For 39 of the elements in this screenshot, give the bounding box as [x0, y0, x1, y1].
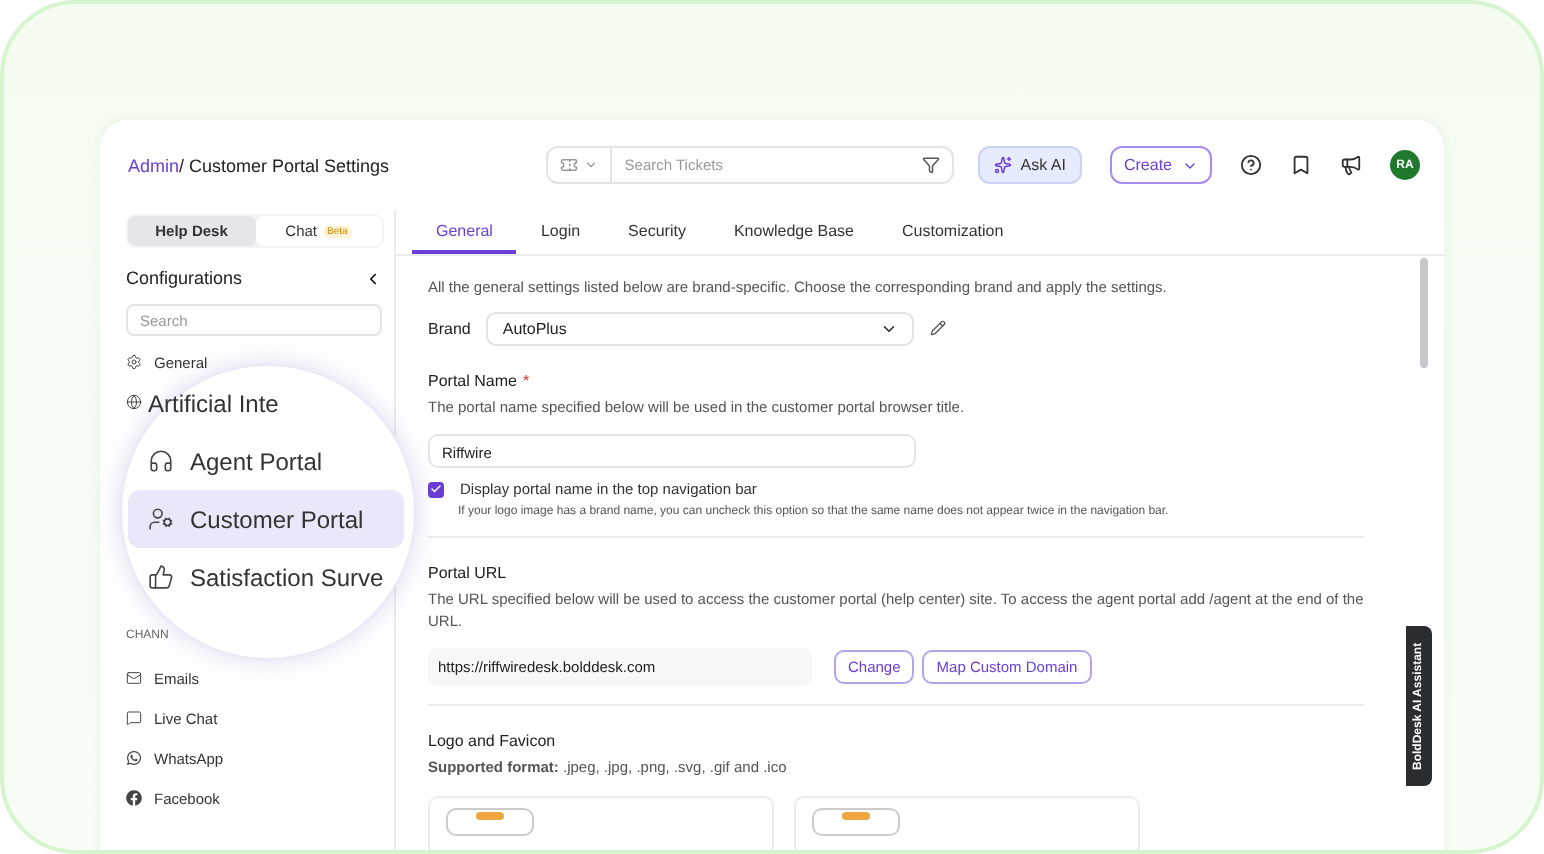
thumbs-up-icon — [148, 564, 174, 590]
sidebar-title: Configurations — [126, 268, 243, 288]
section-title: Portal URL — [428, 564, 509, 582]
edit-icon[interactable] — [930, 320, 947, 336]
ticket-icon[interactable] — [560, 156, 579, 174]
section-title: Logo and Favicon — [428, 732, 558, 750]
whatsapp-icon — [126, 750, 142, 766]
headset-icon — [148, 448, 174, 474]
caret-icon[interactable] — [584, 158, 599, 172]
megaphone-icon[interactable] — [1340, 154, 1362, 176]
help-icon[interactable] — [1240, 154, 1262, 176]
settings-tab[interactable]: Customization — [878, 210, 1028, 254]
sparkle-icon — [994, 156, 1013, 174]
checkbox[interactable] — [428, 481, 444, 497]
section-title: Portal Name * — [428, 371, 532, 389]
sidebar-item[interactable]: Customer Portal — [128, 490, 404, 548]
create-button[interactable]: Create — [1109, 146, 1212, 184]
chat-bubble-icon — [126, 710, 142, 726]
globe-icon — [126, 394, 142, 410]
breadcrumb-link[interactable]: Admin — [128, 155, 180, 175]
filter-icon[interactable] — [922, 156, 941, 174]
brand-dropdown[interactable]: AutoPlus — [486, 311, 915, 345]
scrollbar-thumb[interactable] — [1420, 258, 1428, 368]
ask-ai-button[interactable]: Ask AI — [978, 146, 1082, 184]
settings-tab[interactable]: Security — [604, 210, 710, 254]
sidebar-item[interactable]: Satisfaction Surve — [128, 548, 404, 606]
mail-icon — [126, 670, 142, 686]
user-gear-icon — [148, 506, 174, 532]
bookmark-icon[interactable] — [1290, 154, 1312, 176]
sidebar-item[interactable]: Artificial Inte — [128, 374, 404, 432]
settings-tab[interactable]: Knowledge Base — [709, 210, 878, 254]
facebook-icon — [126, 790, 142, 806]
settings-tab[interactable]: Login — [516, 210, 605, 254]
page-title: / Customer Portal Settings — [179, 155, 390, 175]
sidebar-item[interactable]: Agent Portal — [128, 432, 404, 490]
settings-tab[interactable]: General — [412, 210, 517, 254]
collapse-icon[interactable] — [364, 269, 382, 287]
brand-label: Brand — [428, 319, 471, 337]
gear-icon — [126, 354, 142, 370]
